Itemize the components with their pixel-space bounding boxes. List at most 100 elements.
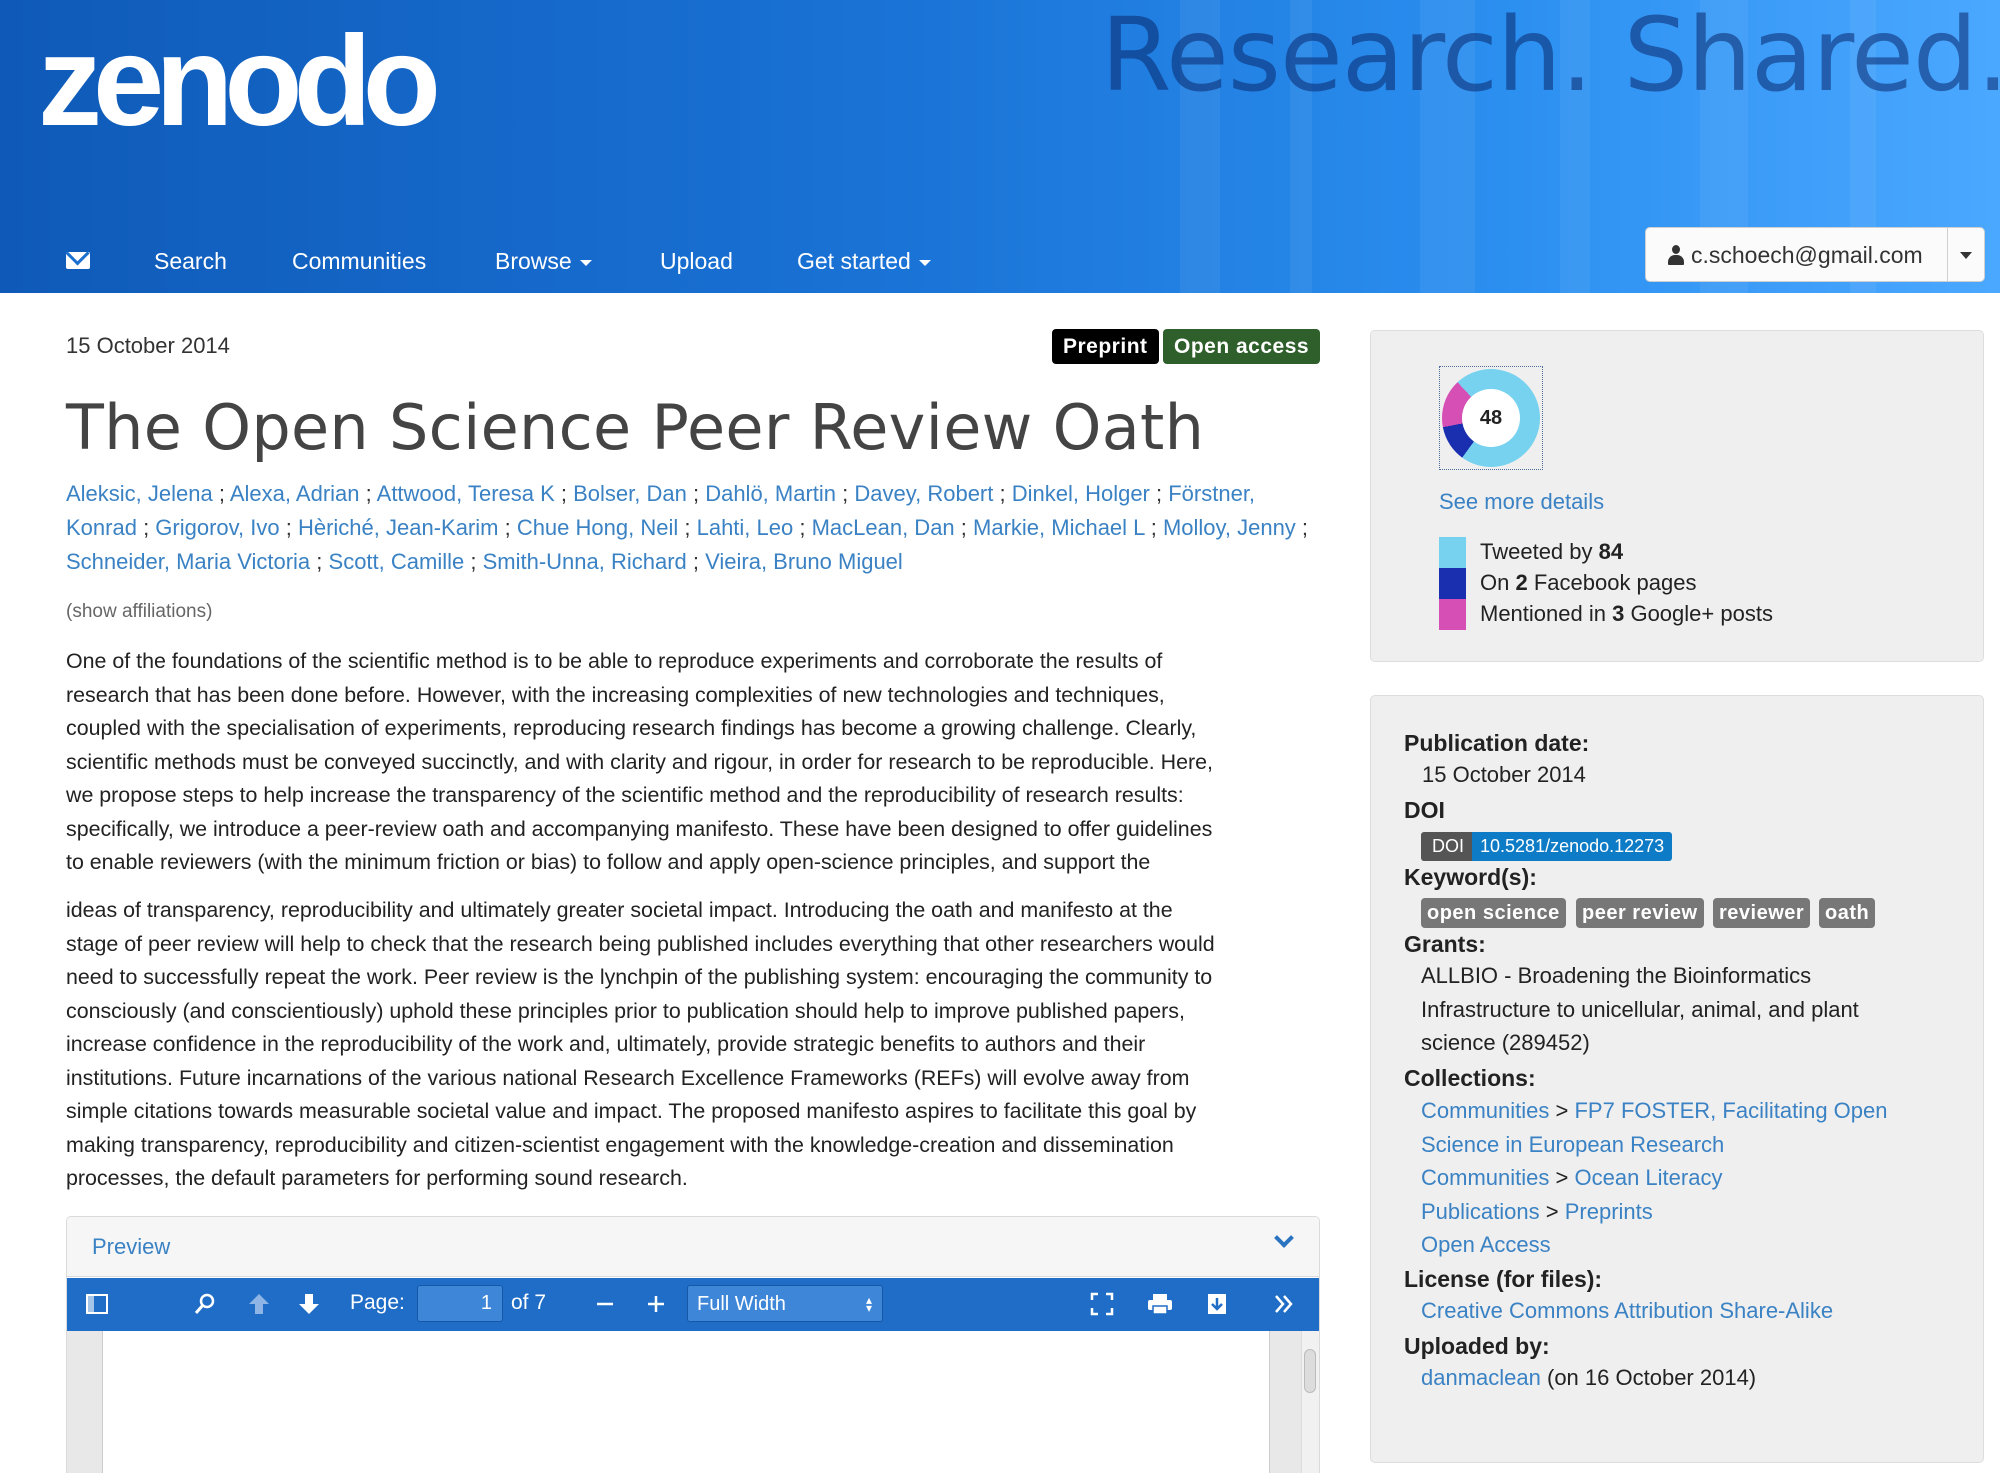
nav-search[interactable]: Search (154, 248, 227, 275)
pdf-toolbar: Page: 1 of 7 Full Width ▴ ▾ (67, 1278, 1319, 1331)
breadcrumb-separator: > (1545, 1198, 1559, 1224)
keyword-tag[interactable]: reviewer (1713, 898, 1811, 928)
altmetric-donut[interactable]: 48 (1439, 366, 1543, 470)
doi-label: DOI (1404, 797, 1445, 823)
grant-text: ALLBIO - Broadening the Bioinformatics I… (1421, 959, 1859, 1060)
twitter-count-number: 84 (1598, 539, 1624, 564)
author-link[interactable]: Dahlö, Martin (705, 481, 836, 506)
altmetric-score: 48 (1462, 389, 1520, 447)
author-link[interactable]: Schneider, Maria Victoria (66, 549, 310, 574)
facebook-count: On 2 Facebook pages (1480, 570, 1697, 596)
nav-communities[interactable]: Communities (292, 248, 426, 275)
author-link[interactable]: Aleksic, Jelena (66, 481, 213, 506)
author-link[interactable]: Grigorov, Ivo (155, 515, 279, 540)
zoom-in-icon[interactable] (644, 1292, 668, 1316)
grant-line: science (289452) (1421, 1030, 1590, 1055)
collection-link[interactable]: Ocean Literacy (1574, 1165, 1722, 1190)
google-count-number: 3 (1612, 601, 1625, 626)
breadcrumb-separator: > (1555, 1165, 1569, 1190)
altmetric-panel: 48 See more details Tweeted by 84 On 2 F… (1370, 330, 1984, 662)
uploader-link[interactable]: danmaclean (1421, 1365, 1541, 1390)
pdf-page (102, 1331, 1270, 1473)
abstract-line: institutions. Future incarnations of the… (66, 1065, 1190, 1090)
author-link[interactable]: Chue Hong, Neil (517, 515, 678, 540)
zoom-out-icon[interactable] (593, 1292, 617, 1316)
pdf-viewer-area[interactable] (67, 1331, 1319, 1473)
search-icon[interactable] (193, 1292, 217, 1316)
record-title: The Open Science Peer Review Oath (66, 391, 1205, 464)
author-link[interactable]: Lahti, Leo (697, 515, 794, 540)
author-link[interactable]: Smith-Unna, Richard (483, 549, 687, 574)
author-link[interactable]: Scott, Camille (329, 549, 465, 574)
abstract-line: One of the foundations of the scientific… (66, 649, 1163, 673)
print-icon[interactable] (1147, 1292, 1173, 1316)
abstract-line: increase confidence in the reproducibili… (66, 1032, 1146, 1056)
twitter-count: Tweeted by 84 (1480, 539, 1623, 565)
sidebar-toggle-icon[interactable] (85, 1292, 109, 1316)
author-link[interactable]: Attwood, Teresa K (377, 481, 555, 506)
author-link[interactable]: Alexa, Adrian (230, 481, 360, 506)
facebook-swatch (1439, 568, 1466, 599)
collection-link[interactable]: Open Access (1421, 1232, 1551, 1257)
abstract-part-2: ideas of transparency, reproducibility a… (66, 894, 1320, 1196)
abstract-line: processes, the default parameters for pe… (66, 1166, 688, 1190)
collection-link[interactable]: Preprints (1565, 1199, 1653, 1224)
caret-down-icon (579, 259, 592, 266)
user-email: c.schoech@gmail.com (1691, 242, 1923, 268)
doi-badge-key: DOI (1421, 832, 1473, 861)
collection-link[interactable]: FP7 FOSTER, Facilitating Open (1574, 1098, 1887, 1123)
user-menu-button[interactable]: c.schoech@gmail.com (1645, 227, 1985, 282)
google-swatch (1439, 599, 1466, 630)
author-link[interactable]: Davey, Robert (854, 481, 993, 506)
license-label: License (for files): (1404, 1266, 1603, 1292)
caret-down-icon[interactable] (1960, 252, 1972, 259)
collection-link[interactable]: Science in European Research (1421, 1132, 1724, 1157)
envelope-icon[interactable] (66, 252, 90, 269)
page-count: of 7 (511, 1291, 547, 1314)
file-preview-panel: Preview Page: 1 of 7 Full Width ▴ ▾ (66, 1216, 1320, 1473)
author-link[interactable]: Vieira, Bruno Miguel (705, 549, 903, 574)
show-affiliations-toggle[interactable]: (show affiliations) (66, 601, 212, 623)
doi-badge[interactable]: DOI 10.5281/zenodo.12273 (1421, 832, 1673, 861)
zoom-select[interactable]: Full Width ▴ ▾ (687, 1285, 883, 1322)
arrow-down-icon[interactable] (297, 1292, 321, 1316)
chevron-down-icon[interactable] (1274, 1228, 1294, 1248)
license-link[interactable]: Creative Commons Attribution Share-Alike (1421, 1298, 1833, 1323)
open-access-badge: Open access (1163, 329, 1321, 364)
author-link[interactable]: Hèriché, Jean-Karim (298, 515, 499, 540)
nav-browse-label: Browse (495, 248, 572, 274)
collection-row: Communities > FP7 FOSTER, Facilitating O… (1421, 1094, 1887, 1128)
page-number-input[interactable]: 1 (417, 1285, 503, 1322)
author-link[interactable]: Bolser, Dan (573, 481, 687, 506)
fullscreen-icon[interactable] (1090, 1292, 1114, 1316)
collections-list: Communities > FP7 FOSTER, Facilitating O… (1421, 1094, 1887, 1262)
caret-down-icon (918, 259, 931, 266)
author-link[interactable]: Dinkel, Holger (1012, 481, 1150, 506)
preview-header[interactable]: Preview (67, 1217, 1319, 1277)
abstract-line: scientific methods must be conveyed succ… (66, 749, 1213, 774)
author-link[interactable]: MacLean, Dan (812, 515, 955, 540)
collection-row: Publications > Preprints (1421, 1195, 1887, 1229)
author-link[interactable]: Molloy, Jenny (1163, 515, 1296, 540)
grant-line: Infrastructure to unicellular, animal, a… (1421, 996, 1859, 1022)
arrow-up-icon[interactable] (247, 1292, 271, 1316)
select-arrows-icon: ▴ ▾ (865, 1293, 872, 1315)
nav-upload[interactable]: Upload (660, 248, 733, 275)
scrollbar[interactable] (1301, 1331, 1319, 1473)
download-icon[interactable] (1205, 1292, 1229, 1316)
collection-link[interactable]: Communities (1421, 1098, 1549, 1123)
abstract-line: we propose steps to help increase the tr… (66, 783, 1184, 807)
facebook-count-number: 2 (1515, 570, 1528, 595)
collection-link[interactable]: Publications (1421, 1199, 1540, 1224)
zenodo-logo[interactable]: zenodo (38, 8, 441, 155)
scrollbar-thumb[interactable] (1304, 1349, 1316, 1393)
double-chevron-right-icon[interactable] (1272, 1292, 1296, 1316)
collection-link[interactable]: Communities (1421, 1165, 1549, 1190)
nav-get-started[interactable]: Get started (797, 248, 931, 275)
see-more-details-link[interactable]: See more details (1439, 489, 1604, 515)
author-link[interactable]: Markie, Michael L (973, 515, 1145, 540)
keyword-tag[interactable]: open science (1421, 898, 1566, 928)
keyword-tag[interactable]: oath (1819, 898, 1876, 928)
nav-browse[interactable]: Browse (495, 248, 592, 275)
keyword-tag[interactable]: peer review (1576, 898, 1704, 928)
